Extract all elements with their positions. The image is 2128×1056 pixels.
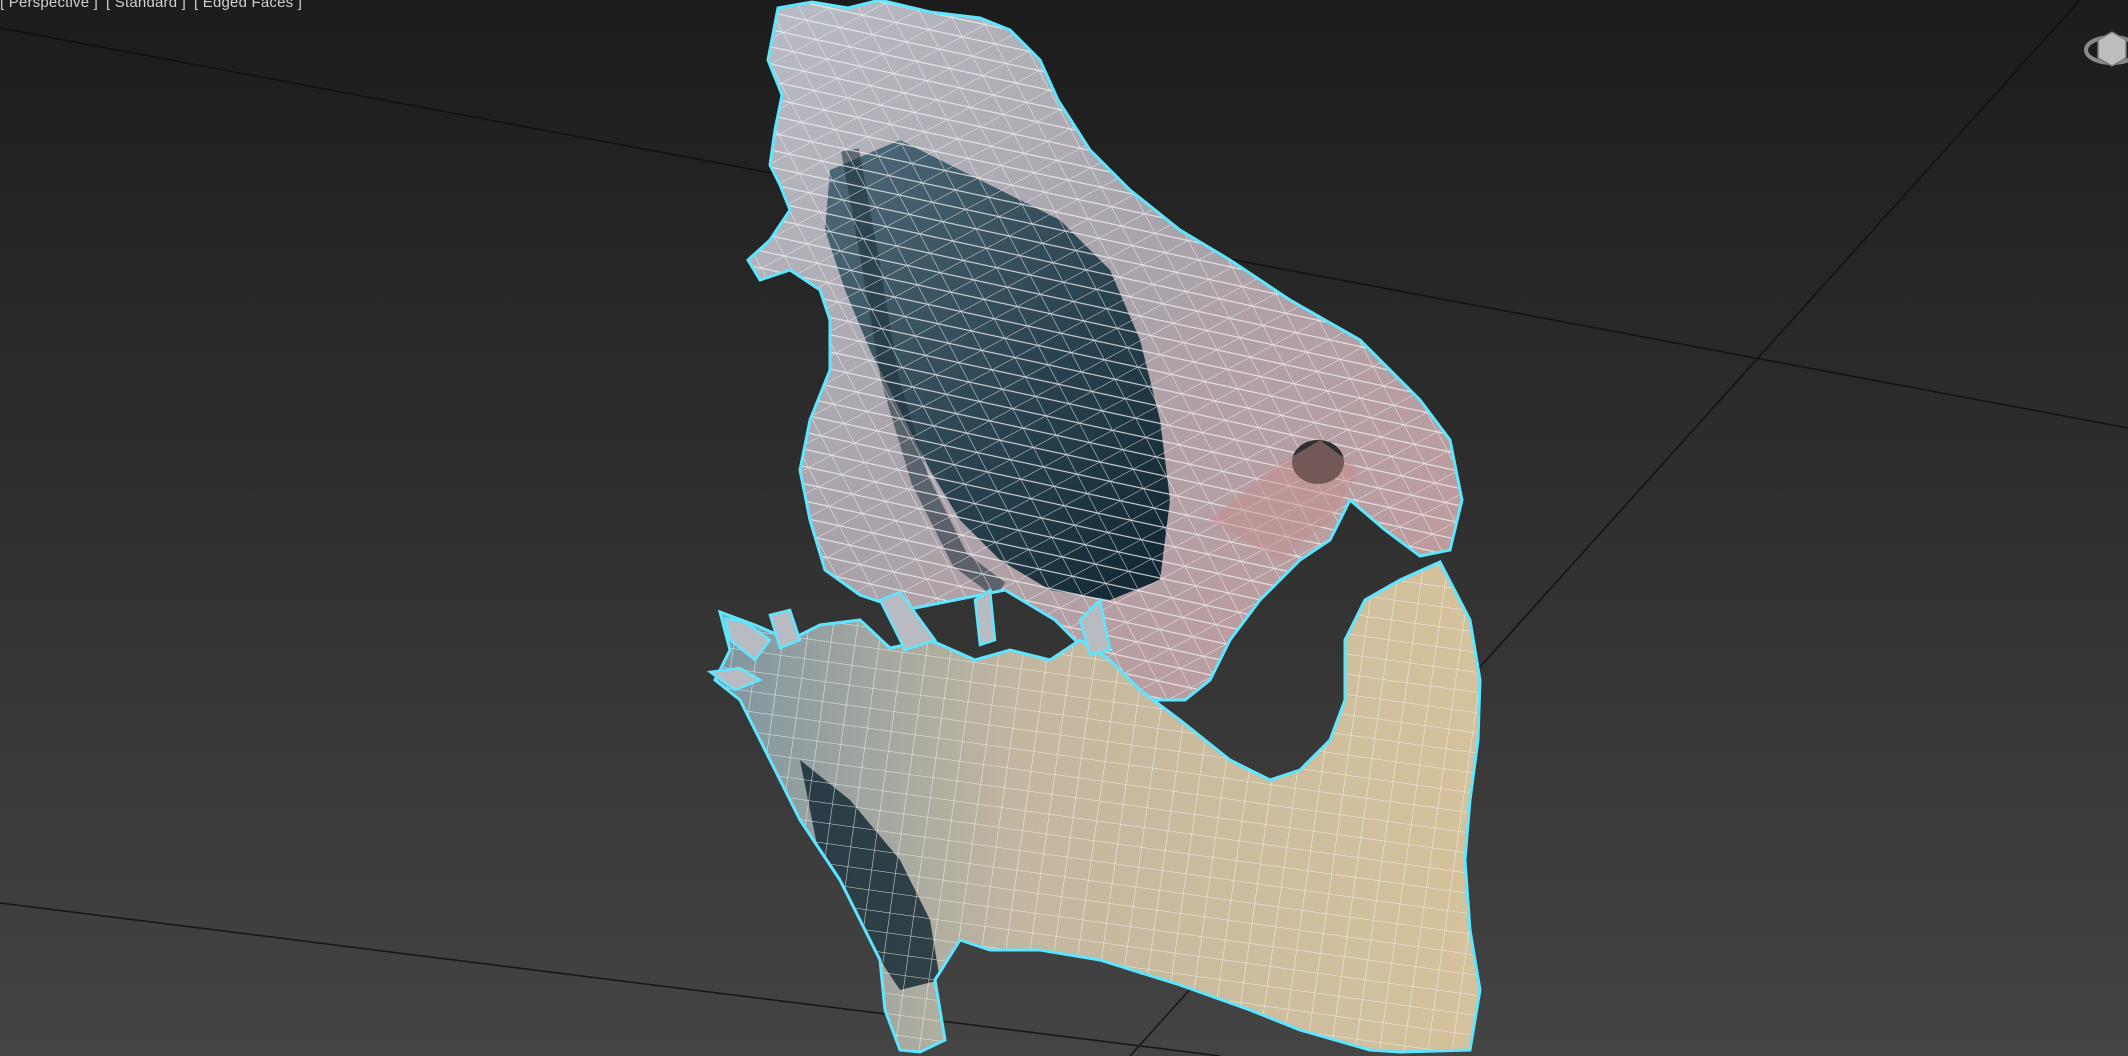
- perspective-viewport[interactable]: [ Perspective ][ Standard ][ Edged Faces…: [0, 0, 2128, 1056]
- scene-canvas[interactable]: [0, 0, 2128, 1056]
- viewcube-icon[interactable]: [2078, 18, 2128, 78]
